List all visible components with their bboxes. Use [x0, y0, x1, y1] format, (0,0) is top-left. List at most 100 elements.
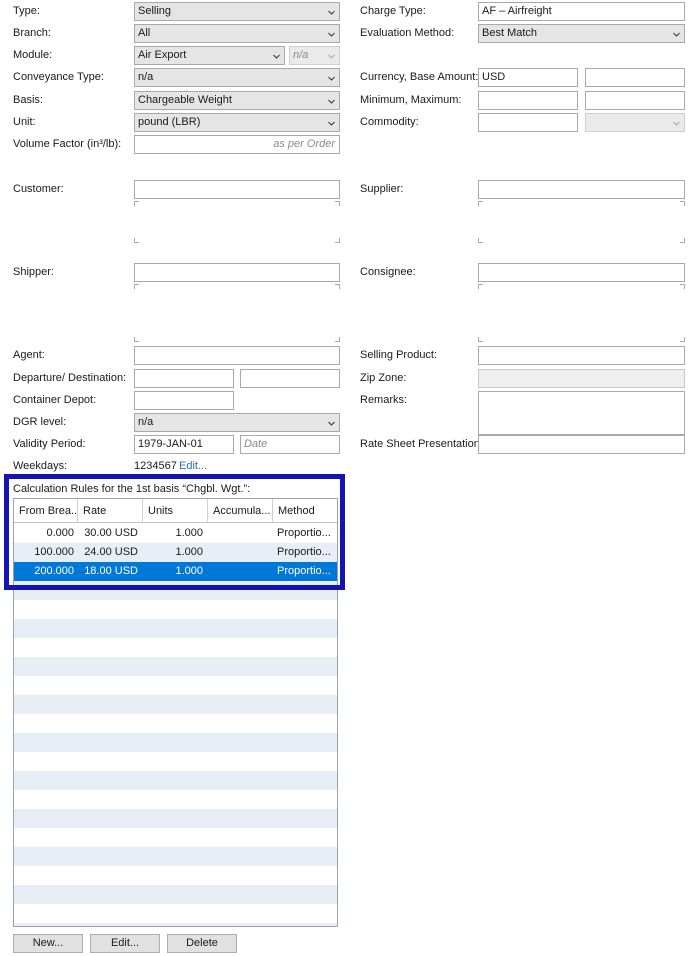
- customer-input[interactable]: [134, 180, 340, 199]
- destination-input[interactable]: [240, 369, 340, 388]
- currency-value: USD: [482, 71, 506, 83]
- rate-sheet-input[interactable]: [478, 435, 685, 454]
- basis-value: Chargeable Weight: [138, 94, 232, 106]
- charge-type-value: AF – Airfreight: [482, 5, 552, 17]
- shipper-input[interactable]: [134, 263, 340, 282]
- module-sub-select: n/a: [289, 46, 340, 65]
- cell-method: Proportio...: [277, 565, 331, 577]
- volume-factor-label: Volume Factor (in³/lb):: [13, 138, 122, 150]
- chevron-down-icon: [328, 54, 335, 59]
- conveyance-label: Conveyance Type:: [13, 71, 104, 83]
- remarks-textarea[interactable]: [478, 391, 685, 435]
- chevron-down-icon: [673, 32, 680, 37]
- cell-units: 1.000: [175, 527, 203, 539]
- volume-factor-placeholder: as per Order: [273, 138, 335, 150]
- minimum-input[interactable]: [478, 91, 578, 110]
- chevron-down-icon: [273, 54, 280, 59]
- unit-value: pound (LBR): [138, 116, 201, 128]
- type-value: Selling: [138, 5, 172, 17]
- chevron-down-icon: [673, 121, 680, 126]
- cell-method: Proportio...: [277, 527, 331, 539]
- unit-label: Unit:: [13, 116, 36, 128]
- col-header-accumulated[interactable]: Accumula...: [208, 499, 273, 523]
- cell-accumulated: [208, 524, 268, 543]
- chevron-down-icon: [328, 421, 335, 426]
- module-sub-value: n/a: [293, 49, 309, 61]
- grid-stripe: [14, 809, 337, 828]
- branch-value: All: [138, 27, 151, 39]
- validity-to-placeholder: Date: [244, 438, 268, 450]
- validity-from-input[interactable]: 1979-JAN-01: [134, 435, 234, 454]
- supplier-label: Supplier:: [360, 183, 404, 195]
- module-select[interactable]: Air Export: [134, 46, 285, 65]
- cell-from-break: 200.000: [34, 565, 74, 577]
- cell-accumulated: [208, 543, 268, 562]
- commodity-label: Commodity:: [360, 116, 419, 128]
- cell-units: 1.000: [175, 565, 203, 577]
- grid-stripe: [14, 581, 337, 600]
- evaluation-label: Evaluation Method:: [360, 27, 455, 39]
- table-row[interactable]: 0.000 30.00 USD 1.000 Proportio...: [14, 524, 337, 543]
- chevron-down-icon: [328, 76, 335, 81]
- col-header-rate[interactable]: Rate: [78, 499, 143, 523]
- cell-accumulated: [208, 562, 268, 581]
- currency-label: Currency, Base Amount:: [360, 71, 479, 83]
- dgr-level-select[interactable]: n/a: [134, 413, 340, 432]
- cell-from-break: 100.000: [34, 546, 74, 558]
- charge-type-label: Charge Type:: [360, 5, 426, 17]
- consignee-label: Consignee:: [360, 266, 416, 278]
- commodity-input[interactable]: [478, 113, 578, 132]
- basis-select[interactable]: Chargeable Weight: [134, 91, 340, 110]
- delete-button[interactable]: Delete: [167, 934, 237, 953]
- container-depot-label: Container Depot:: [13, 394, 97, 406]
- rate-sheet-label: Rate Sheet Presentation:: [360, 438, 483, 450]
- grid-stripe: [14, 885, 337, 904]
- departure-input[interactable]: [134, 369, 234, 388]
- col-header-from-break[interactable]: From Brea...: [14, 499, 78, 523]
- table-row[interactable]: 200.000 18.00 USD 1.000 Proportio...: [14, 562, 337, 581]
- consignee-input[interactable]: [478, 263, 685, 282]
- consignee-detail-area: [478, 284, 685, 342]
- evaluation-select[interactable]: Best Match: [478, 24, 685, 43]
- weekdays-value: 1234567: [134, 460, 177, 472]
- container-depot-input[interactable]: [134, 391, 234, 410]
- base-amount-input[interactable]: [585, 68, 685, 87]
- conveyance-select[interactable]: n/a: [134, 68, 340, 87]
- calc-rules-grid[interactable]: From Brea... Rate Units Accumula... Meth…: [13, 498, 338, 927]
- volume-factor-input[interactable]: as per Order: [134, 135, 340, 154]
- type-select[interactable]: Selling: [134, 2, 340, 21]
- chevron-down-icon: [328, 32, 335, 37]
- departure-label: Departure/ Destination:: [13, 372, 127, 384]
- charge-type-input[interactable]: AF – Airfreight: [478, 2, 685, 21]
- branch-label: Branch:: [13, 27, 51, 39]
- grid-stripe: [14, 695, 337, 714]
- supplier-input[interactable]: [478, 180, 685, 199]
- chevron-down-icon: [328, 99, 335, 104]
- calc-rules-title: Calculation Rules for the 1st basis “Chg…: [13, 483, 251, 495]
- cell-rate: 30.00 USD: [84, 527, 138, 539]
- cell-method: Proportio...: [277, 546, 331, 558]
- edit-button[interactable]: Edit...: [90, 934, 160, 953]
- grid-stripe: [14, 733, 337, 752]
- currency-input[interactable]: USD: [478, 68, 578, 87]
- weekdays-label: Weekdays:: [13, 460, 68, 472]
- table-row[interactable]: 100.000 24.00 USD 1.000 Proportio...: [14, 543, 337, 562]
- weekdays-edit-link[interactable]: Edit...: [179, 459, 207, 473]
- cell-from-break: 0.000: [46, 527, 74, 539]
- col-header-method[interactable]: Method: [273, 499, 337, 523]
- unit-select[interactable]: pound (LBR): [134, 113, 340, 132]
- branch-select[interactable]: All: [134, 24, 340, 43]
- maximum-input[interactable]: [585, 91, 685, 110]
- validity-to-input[interactable]: Date: [240, 435, 340, 454]
- supplier-detail-area: [478, 201, 685, 243]
- module-value: Air Export: [138, 49, 187, 61]
- new-button[interactable]: New...: [13, 934, 83, 953]
- grid-header: From Brea... Rate Units Accumula... Meth…: [14, 499, 337, 523]
- agent-input[interactable]: [134, 346, 340, 365]
- col-header-units[interactable]: Units: [143, 499, 208, 523]
- selling-product-input[interactable]: [478, 346, 685, 365]
- minmax-label: Minimum, Maximum:: [360, 94, 462, 106]
- cell-units: 1.000: [175, 546, 203, 558]
- chevron-down-icon: [328, 10, 335, 15]
- conveyance-value: n/a: [138, 71, 154, 83]
